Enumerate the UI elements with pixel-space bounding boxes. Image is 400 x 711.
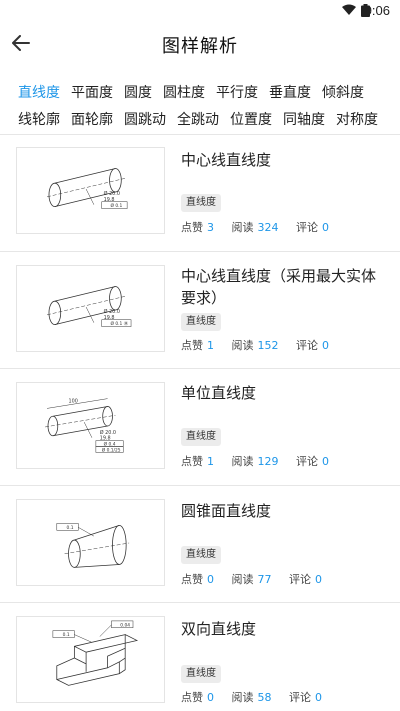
reads-count: 77: [257, 573, 272, 586]
cone-drawing: 0.1: [56, 523, 130, 568]
tab-straightness[interactable]: 直线度: [18, 82, 60, 102]
tab-surface-profile[interactable]: 面轮廓: [71, 109, 113, 129]
likes-count: 0: [207, 691, 214, 704]
item-title: 单位直线度: [181, 384, 257, 402]
comments-count: 0: [322, 339, 329, 352]
tolerance-label: Ø 0.1: [111, 202, 123, 209]
likes-count: 1: [207, 339, 214, 352]
likes-label: 点赞: [181, 455, 203, 468]
reads-label: 阅读: [231, 455, 254, 468]
cylinder-drawing: 100 Ø 20.0 19.8 Ø 0.4 Ø 0.1/25: [45, 398, 124, 453]
category-row-1: 直线度 平面度 圆度 圆柱度 平行度 垂直度 倾斜度: [18, 78, 388, 105]
item-title: 双向直线度: [181, 620, 257, 638]
reads-count: 129: [257, 455, 279, 468]
list-item[interactable]: 0.1 圆锥面直线度 直线度 点赞 0 阅读 77 评论 0: [0, 486, 400, 602]
comments-label: 评论: [289, 691, 311, 704]
likes-label: 点赞: [181, 339, 203, 352]
tab-symmetry[interactable]: 对称度: [336, 109, 378, 129]
tab-parallelism[interactable]: 平行度: [216, 82, 258, 102]
item-stats: 点赞 1 阅读 152 评论 0: [181, 337, 343, 353]
tab-line-profile[interactable]: 线轮廓: [18, 109, 60, 129]
likes-label: 点赞: [181, 573, 203, 586]
likes-count: 0: [207, 573, 214, 586]
list-item[interactable]: 100 Ø 20.0 19.8 Ø 0.4 Ø 0.1/25 单位直线度 直线度…: [0, 369, 400, 485]
tab-flatness[interactable]: 平面度: [71, 82, 113, 102]
likes-count: 1: [207, 455, 214, 468]
reads-label: 阅读: [231, 221, 254, 234]
tag-badge: 直线度: [181, 665, 221, 683]
reads-label: 阅读: [231, 339, 254, 352]
status-time: 9:06: [364, 3, 390, 18]
tab-total-runout[interactable]: 全跳动: [177, 109, 219, 129]
thumbnail-drawing: 0.1 0.04: [16, 616, 165, 703]
likes-label: 点赞: [181, 691, 203, 704]
cylinder-drawing: Ø 20.0 19.8 Ø 0.1: [46, 168, 128, 209]
item-title: 中心线直线度: [181, 151, 272, 169]
thumbnail-drawing: Ø 20.0 19.8 Ø 0.1: [16, 147, 165, 234]
page-title: 图样解析: [162, 36, 238, 57]
thumbnail-drawing: Ø 20.0 19.8 Ø 0.1 Ⓜ: [16, 265, 165, 352]
item-stats: 点赞 0 阅读 77 评论 0: [181, 571, 336, 587]
thumbnail-drawing: 100 Ø 20.0 19.8 Ø 0.4 Ø 0.1/25: [16, 382, 165, 469]
item-stats: 点赞 0 阅读 58 评论 0: [181, 689, 336, 705]
comments-label: 评论: [296, 221, 318, 234]
reads-label: 阅读: [231, 573, 254, 586]
tab-perpendicularity[interactable]: 垂直度: [269, 82, 311, 102]
reads-label: 阅读: [231, 691, 254, 704]
wifi-icon: [342, 4, 356, 15]
cylinder-drawing: Ø 20.0 19.8 Ø 0.1 Ⓜ: [46, 286, 132, 327]
item-title: 中心线直线度（采用最大实体要求）: [181, 267, 377, 307]
list-item[interactable]: Ø 20.0 19.8 Ø 0.1 中心线直线度 直线度 点赞 3 阅读 324 评…: [0, 135, 400, 251]
tolerance-label: 0.1: [67, 525, 74, 531]
reads-count: 58: [257, 691, 272, 704]
tab-roundness[interactable]: 圆度: [124, 82, 152, 102]
comments-count: 0: [315, 573, 322, 586]
comments-count: 0: [315, 691, 322, 704]
reads-count: 152: [257, 339, 279, 352]
article-list: Ø 20.0 19.8 Ø 0.1 中心线直线度 直线度 点赞 3 阅读 324 评…: [0, 134, 400, 711]
tag-badge: 直线度: [181, 194, 221, 212]
status-bar: 9:06: [0, 0, 400, 22]
comments-count: 0: [322, 221, 329, 234]
thumbnail-drawing: 0.1: [16, 499, 165, 586]
tag-badge: 直线度: [181, 546, 221, 564]
comments-label: 评论: [289, 573, 311, 586]
tag-badge: 直线度: [181, 313, 221, 331]
list-item[interactable]: 0.1 0.04 双向直线度 直线度 点赞 0 阅读 58 评论 0: [0, 603, 400, 711]
list-item[interactable]: Ø 20.0 19.8 Ø 0.1 Ⓜ 中心线直线度（采用最大实体要求） 直线度…: [0, 252, 400, 368]
tag-badge: 直线度: [181, 428, 221, 446]
likes-label: 点赞: [181, 221, 203, 234]
item-title: 圆锥面直线度: [181, 502, 272, 520]
reads-count: 324: [257, 221, 279, 234]
item-stats: 点赞 3 阅读 324 评论 0: [181, 219, 343, 235]
app-bar: 图样解析: [0, 22, 400, 66]
likes-count: 3: [207, 221, 214, 234]
comments-label: 评论: [296, 455, 318, 468]
item-stats: 点赞 1 阅读 129 评论 0: [181, 453, 343, 469]
category-row-2: 线轮廓 面轮廓 圆跳动 全跳动 位置度 同轴度 对称度: [18, 105, 388, 132]
tolerance-label: Ø 0.1 Ⓜ: [111, 320, 129, 327]
dim-label: 100: [69, 399, 78, 405]
tab-position[interactable]: 位置度: [230, 109, 272, 129]
tab-angularity[interactable]: 倾斜度: [322, 82, 364, 102]
tolerance-label: Ø 0.1/25: [102, 446, 121, 453]
category-tabs: 直线度 平面度 圆度 圆柱度 平行度 垂直度 倾斜度 线轮廓 面轮廓 圆跳动 全…: [18, 78, 388, 132]
tolerance-label: 0.04: [120, 622, 130, 628]
tab-coaxiality[interactable]: 同轴度: [283, 109, 325, 129]
tab-circular-runout[interactable]: 圆跳动: [124, 109, 166, 129]
step-block-drawing: 0.1 0.04: [52, 620, 139, 686]
comments-label: 评论: [296, 339, 318, 352]
tab-cylindricity[interactable]: 圆柱度: [163, 82, 205, 102]
comments-count: 0: [322, 455, 329, 468]
tolerance-label: 0.1: [63, 632, 70, 638]
